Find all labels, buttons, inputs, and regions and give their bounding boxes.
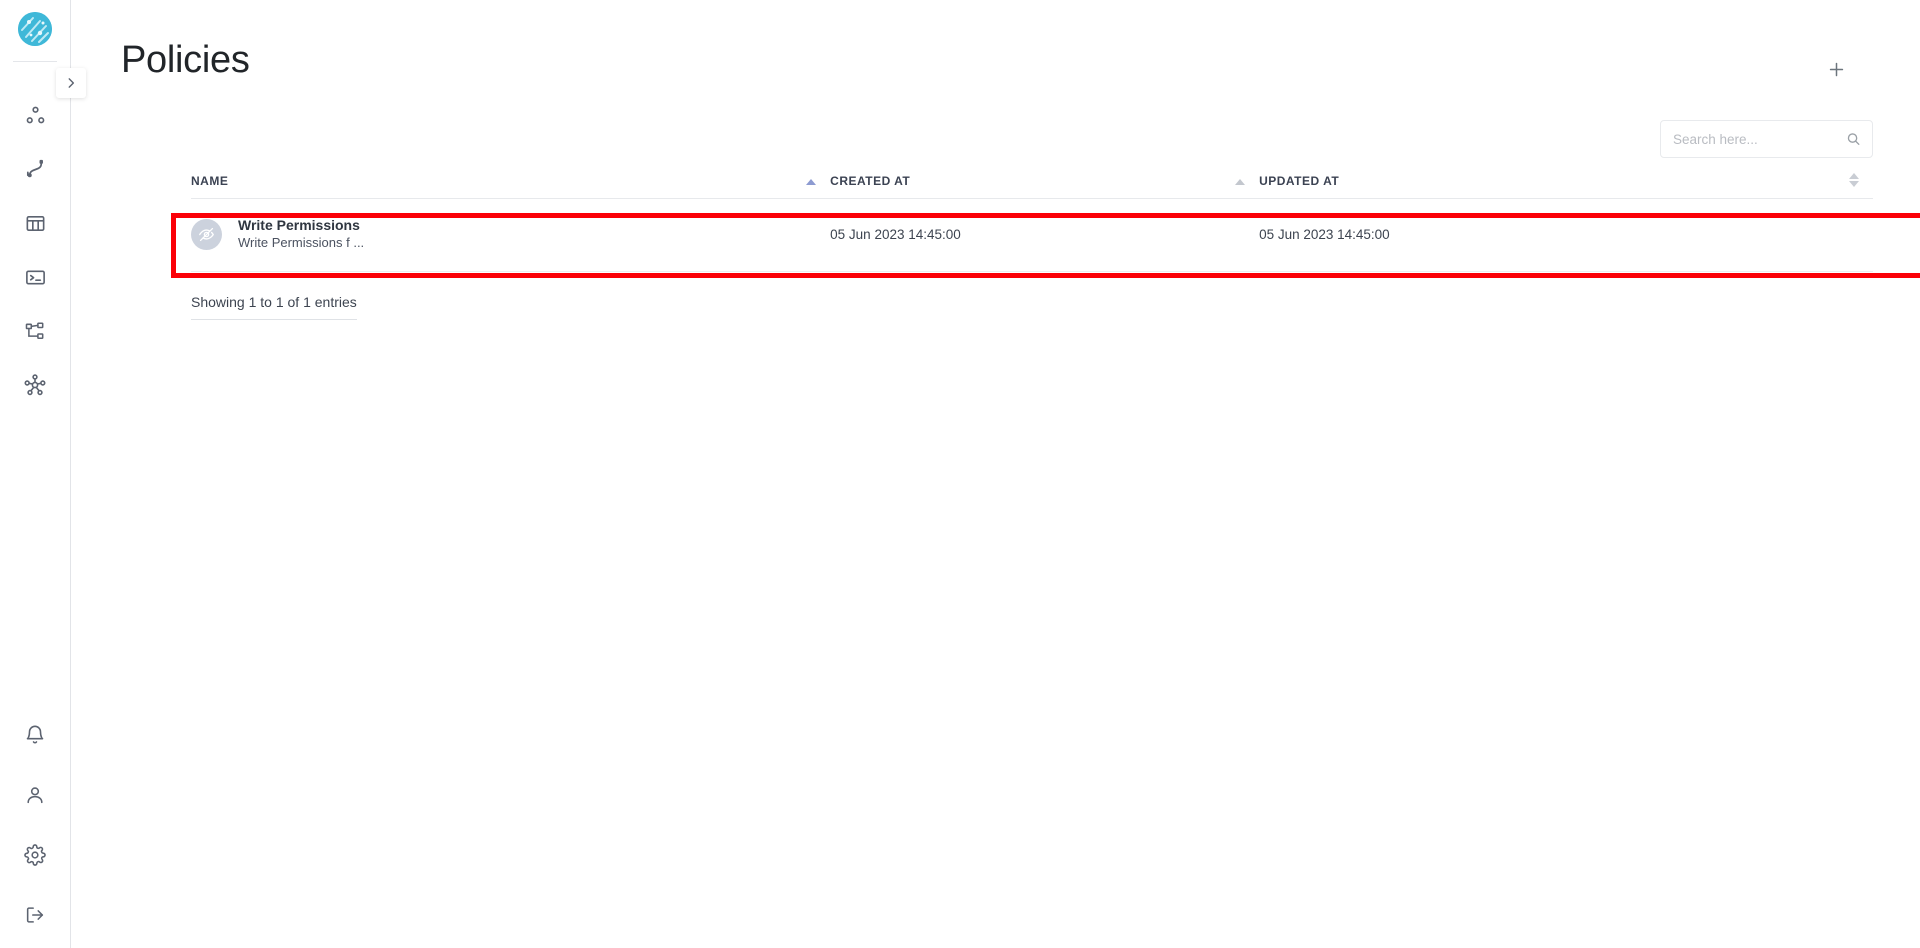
column-header-name[interactable]: NAME	[191, 174, 831, 199]
sidebar-divider	[13, 61, 57, 62]
sidebar-item-console[interactable]	[12, 262, 58, 292]
caret-up-icon	[806, 179, 817, 185]
cell-name: Write Permissions Write Permissions f ..…	[191, 198, 831, 273]
main-content: Policies Search here... NAME CREATED AT …	[71, 0, 1920, 948]
sidebar-item-nodes[interactable]	[12, 100, 58, 130]
table-header-row: NAME CREATED AT UPDATED AT	[191, 173, 1873, 199]
sidebar-item-settings[interactable]	[12, 840, 58, 870]
brand-logo-mark	[18, 11, 52, 46]
caret-up-icon	[1849, 173, 1859, 179]
column-header-actions[interactable]	[1780, 173, 1873, 199]
user-icon	[27, 787, 43, 804]
table-head: NAME CREATED AT UPDATED AT	[191, 173, 1873, 199]
sidebar-item-schemas[interactable]	[12, 316, 58, 346]
sitemap-icon	[25, 321, 43, 339]
connections-icon	[26, 159, 43, 177]
logout-icon	[26, 907, 44, 923]
cell-updated-at: 05 Jun 2023 14:45:00	[1259, 198, 1781, 273]
sidebar-item-notifications[interactable]	[12, 720, 58, 750]
table-icon	[26, 215, 44, 231]
sidebar-item-tables[interactable]	[12, 208, 58, 238]
policy-name: Write Permissions	[238, 217, 360, 233]
add-policy-button[interactable]	[1821, 54, 1851, 84]
table-toolbar	[71, 84, 1920, 158]
policies-table: NAME CREATED AT UPDATED AT Write Permiss…	[191, 173, 1873, 273]
table-entries-summary: Showing 1 to 1 of 1 entries	[191, 294, 357, 321]
eye-off-glyph	[199, 227, 214, 241]
sidebar-item-connections[interactable]	[12, 154, 58, 184]
column-header-created-at[interactable]: CREATED AT	[830, 174, 1260, 199]
app-root: Policies Search here... NAME CREATED AT …	[0, 0, 1920, 948]
table-row[interactable]: Write Permissions Write Permissions f ..…	[191, 198, 1873, 273]
cell-created-at: 05 Jun 2023 14:45:00	[830, 198, 1260, 273]
sort-indicator-created-at[interactable]	[1235, 179, 1246, 187]
plus-icon	[1829, 62, 1843, 76]
sidebar	[0, 0, 86, 948]
sidebar-primary-nav	[12, 100, 58, 400]
column-label-created-at: CREATED AT	[830, 174, 911, 188]
search-icon[interactable]	[1846, 132, 1861, 147]
network-hub-icon	[24, 374, 46, 396]
chevron-right-icon	[68, 78, 75, 88]
nodes-graph-icon	[26, 106, 44, 123]
terminal-icon	[25, 269, 45, 285]
cell-actions	[1780, 198, 1873, 273]
search-box[interactable]	[1660, 120, 1873, 158]
eye-off-icon	[191, 218, 222, 250]
caret-down-icon	[1849, 181, 1859, 187]
updated-at-value: 05 Jun 2023 14:45:00	[1259, 226, 1390, 242]
created-at-value: 05 Jun 2023 14:45:00	[830, 226, 961, 242]
policy-name-block: Write Permissions Write Permissions f ..…	[238, 217, 364, 251]
column-header-updated-at[interactable]: UPDATED AT	[1259, 174, 1781, 199]
sidebar-item-network[interactable]	[12, 370, 58, 400]
gear-icon	[24, 844, 46, 866]
page-title: Policies	[121, 39, 250, 81]
column-label-updated-at: UPDATED AT	[1259, 174, 1340, 188]
page-header: Policies	[71, 0, 1920, 84]
brand-logo[interactable]	[0, 0, 71, 57]
policy-identity: Write Permissions Write Permissions f ..…	[191, 217, 830, 251]
sidebar-item-account[interactable]	[12, 780, 58, 810]
sort-indicator-name[interactable]	[806, 179, 817, 187]
sidebar-item-logout[interactable]	[12, 900, 58, 930]
brand-logo-icon	[18, 11, 52, 46]
bell-icon	[26, 725, 44, 744]
sort-indicator-actions[interactable]	[1849, 173, 1859, 187]
policies-table-wrap: NAME CREATED AT UPDATED AT Write Permiss…	[191, 173, 1873, 273]
magnifier-icon	[1847, 133, 1860, 145]
policy-description: Write Permissions f ...	[238, 235, 365, 251]
sidebar-secondary-nav	[12, 720, 58, 930]
table-body: Write Permissions Write Permissions f ..…	[191, 198, 1873, 273]
sidebar-expand-toggle[interactable]	[56, 68, 86, 98]
search-input[interactable]	[1661, 121, 1872, 157]
caret-up-icon	[1235, 179, 1246, 185]
column-label-name: NAME	[191, 174, 229, 188]
